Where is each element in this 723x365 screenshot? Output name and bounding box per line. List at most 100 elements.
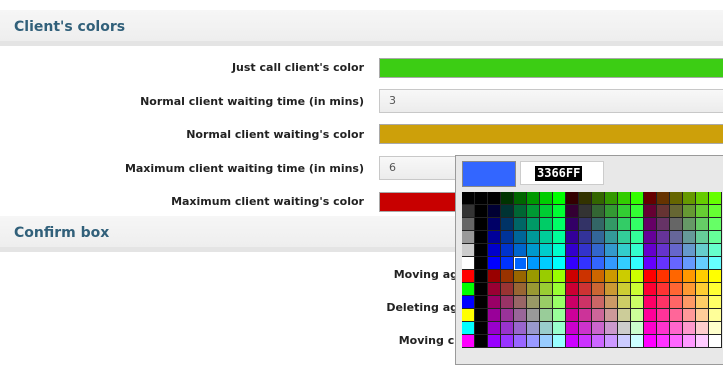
- color-cell[interactable]: [592, 270, 605, 283]
- color-cell[interactable]: [696, 192, 709, 205]
- color-cell[interactable]: [514, 283, 527, 296]
- color-cell[interactable]: [566, 244, 579, 257]
- just-call-color-field[interactable]: [379, 58, 723, 78]
- color-cell[interactable]: [670, 244, 683, 257]
- color-cell[interactable]: [475, 205, 488, 218]
- color-cell[interactable]: [605, 322, 618, 335]
- color-cell[interactable]: [514, 218, 527, 231]
- color-cell[interactable]: [462, 231, 475, 244]
- color-cell[interactable]: [527, 283, 540, 296]
- color-cell[interactable]: [683, 270, 696, 283]
- color-cell[interactable]: [670, 296, 683, 309]
- color-cell[interactable]: [657, 244, 670, 257]
- color-cell[interactable]: [540, 270, 553, 283]
- color-cell[interactable]: [488, 205, 501, 218]
- color-cell[interactable]: [683, 257, 696, 270]
- color-cell[interactable]: [696, 205, 709, 218]
- color-cell[interactable]: [618, 335, 631, 348]
- color-cell[interactable]: [501, 192, 514, 205]
- color-cell[interactable]: [605, 335, 618, 348]
- color-cell[interactable]: [475, 322, 488, 335]
- color-cell[interactable]: [514, 296, 527, 309]
- color-cell[interactable]: [501, 322, 514, 335]
- color-cell[interactable]: [644, 192, 657, 205]
- color-cell[interactable]: [618, 205, 631, 218]
- color-cell[interactable]: [566, 296, 579, 309]
- color-cell[interactable]: [462, 192, 475, 205]
- color-cell[interactable]: [514, 335, 527, 348]
- color-cell[interactable]: [644, 322, 657, 335]
- color-cell[interactable]: [618, 244, 631, 257]
- color-cell[interactable]: [618, 231, 631, 244]
- color-cell[interactable]: [540, 231, 553, 244]
- color-cell[interactable]: [709, 296, 722, 309]
- color-cell[interactable]: [696, 231, 709, 244]
- color-cell[interactable]: [618, 257, 631, 270]
- color-cell[interactable]: [488, 309, 501, 322]
- color-cell[interactable]: [631, 231, 644, 244]
- color-cell[interactable]: [709, 231, 722, 244]
- color-cell[interactable]: [553, 218, 566, 231]
- color-cell[interactable]: [553, 270, 566, 283]
- color-cell[interactable]: [657, 231, 670, 244]
- color-cell[interactable]: [631, 296, 644, 309]
- color-cell[interactable]: [709, 218, 722, 231]
- color-cell[interactable]: [696, 309, 709, 322]
- color-cell[interactable]: [592, 309, 605, 322]
- color-cell[interactable]: [592, 244, 605, 257]
- color-cell[interactable]: [709, 244, 722, 257]
- color-cell[interactable]: [657, 218, 670, 231]
- color-cell[interactable]: [683, 192, 696, 205]
- color-cell[interactable]: [540, 205, 553, 218]
- color-cell[interactable]: [618, 270, 631, 283]
- color-cell[interactable]: [683, 205, 696, 218]
- color-cell[interactable]: [657, 322, 670, 335]
- color-cell[interactable]: [514, 192, 527, 205]
- color-cell[interactable]: [657, 270, 670, 283]
- color-cell[interactable]: [475, 270, 488, 283]
- color-cell[interactable]: [553, 322, 566, 335]
- color-cell[interactable]: [579, 270, 592, 283]
- color-cell[interactable]: [566, 309, 579, 322]
- color-cell[interactable]: [553, 309, 566, 322]
- color-cell[interactable]: [501, 257, 514, 270]
- color-cell[interactable]: [566, 192, 579, 205]
- color-cell[interactable]: [605, 231, 618, 244]
- color-cell[interactable]: [566, 205, 579, 218]
- color-cell[interactable]: [579, 296, 592, 309]
- color-cell[interactable]: [592, 322, 605, 335]
- color-cell[interactable]: [501, 231, 514, 244]
- color-cell[interactable]: [462, 283, 475, 296]
- color-cell[interactable]: [657, 335, 670, 348]
- color-cell[interactable]: [605, 270, 618, 283]
- color-cell[interactable]: [566, 283, 579, 296]
- color-cell[interactable]: [501, 218, 514, 231]
- color-cell[interactable]: [475, 192, 488, 205]
- color-cell[interactable]: [618, 296, 631, 309]
- color-cell[interactable]: [488, 231, 501, 244]
- color-cell[interactable]: [644, 283, 657, 296]
- color-cell[interactable]: [618, 309, 631, 322]
- color-cell[interactable]: [475, 335, 488, 348]
- color-cell[interactable]: [566, 257, 579, 270]
- color-cell[interactable]: [527, 231, 540, 244]
- color-cell[interactable]: [657, 205, 670, 218]
- color-cell[interactable]: [709, 257, 722, 270]
- color-cell[interactable]: [514, 231, 527, 244]
- color-cell[interactable]: [540, 218, 553, 231]
- color-cell[interactable]: [527, 244, 540, 257]
- color-cell[interactable]: [462, 335, 475, 348]
- color-cell[interactable]: [527, 270, 540, 283]
- color-cell[interactable]: [605, 244, 618, 257]
- color-cell[interactable]: [670, 270, 683, 283]
- color-cell[interactable]: [696, 257, 709, 270]
- color-cell[interactable]: [592, 218, 605, 231]
- color-cell[interactable]: [631, 283, 644, 296]
- color-cell[interactable]: [475, 283, 488, 296]
- color-cell[interactable]: [579, 257, 592, 270]
- color-cell[interactable]: [527, 335, 540, 348]
- color-cell[interactable]: [696, 335, 709, 348]
- color-cell[interactable]: [618, 322, 631, 335]
- color-cell[interactable]: [696, 218, 709, 231]
- color-cell[interactable]: [644, 231, 657, 244]
